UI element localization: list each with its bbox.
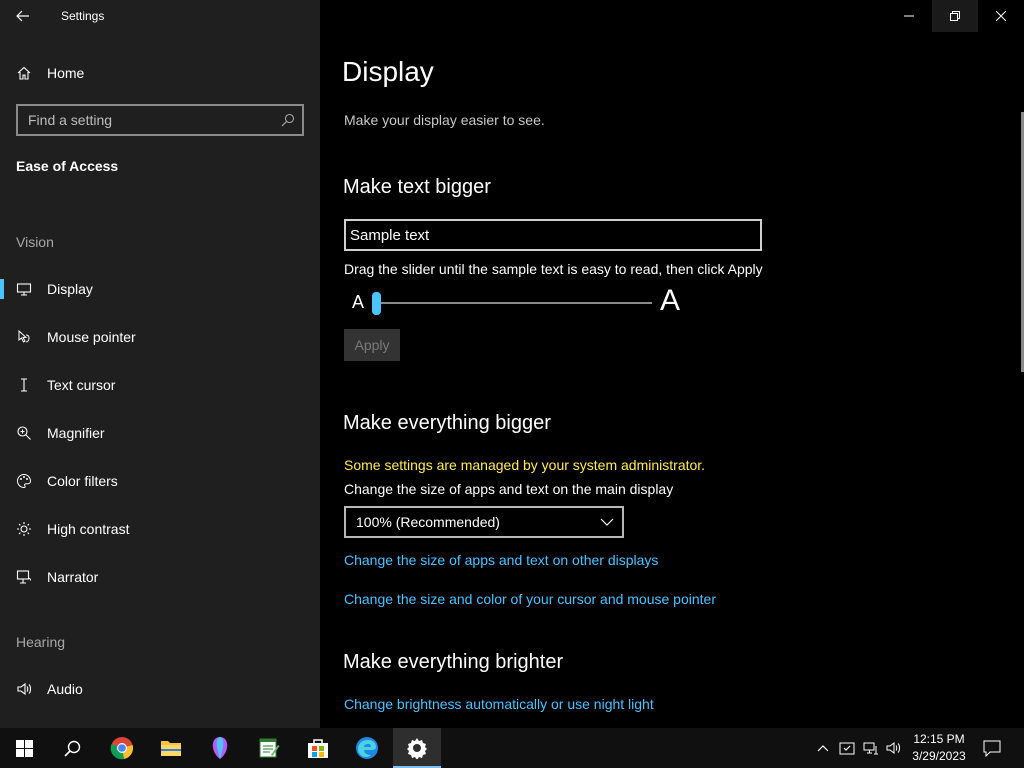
sidebar-item-text-cursor[interactable]: Text cursor (0, 365, 320, 405)
clock[interactable]: 12:15 PM 3/29/2023 (900, 731, 978, 765)
file-explorer-button[interactable] (147, 728, 195, 768)
other-displays-link[interactable]: Change the size of apps and text on othe… (344, 552, 658, 568)
slider-hint: Drag the slider until the sample text is… (344, 261, 763, 277)
edge-button[interactable] (343, 728, 391, 768)
window-controls (886, 0, 1024, 32)
notepad-button[interactable] (245, 728, 293, 768)
scale-dropdown[interactable]: 100% (Recommended) (344, 506, 624, 538)
search-icon (281, 113, 295, 127)
store-icon (308, 739, 328, 758)
sun-icon (0, 521, 47, 537)
paint3d-button[interactable] (196, 728, 244, 768)
minimize-button[interactable] (886, 0, 932, 32)
windows-start-icon (15, 739, 33, 757)
slider-track[interactable] (376, 302, 652, 304)
tray-network-button[interactable] (860, 728, 882, 768)
start-button[interactable] (0, 728, 48, 768)
edge-icon (356, 737, 378, 759)
slider-thumb[interactable] (372, 292, 381, 315)
sidebar-item-label: Audio (47, 681, 83, 697)
chevron-down-icon (600, 518, 614, 526)
search-input[interactable] (18, 112, 274, 128)
file-explorer-icon (161, 741, 181, 756)
narrator-icon (0, 569, 47, 585)
clock-time: 12:15 PM (913, 732, 965, 746)
network-icon (863, 742, 878, 755)
search-button[interactable] (274, 106, 302, 134)
sidebar-item-label: High contrast (47, 521, 130, 537)
search-box (16, 104, 304, 136)
speaker-icon (0, 681, 47, 697)
section-title-text-bigger: Make text bigger (343, 176, 491, 198)
sidebar-item-color-filters[interactable]: Color filters (0, 461, 320, 501)
category-heading: Ease of Access (16, 158, 119, 174)
settings-taskbar-button[interactable] (393, 728, 441, 768)
taskbar-search-button[interactable] (48, 728, 96, 768)
nav-home[interactable]: Home (0, 56, 320, 90)
settings-icon (407, 738, 427, 759)
sidebar-item-audio[interactable]: Audio (0, 669, 320, 709)
sample-text-box: Sample text (344, 219, 762, 251)
chrome-icon (110, 737, 133, 760)
notepad-icon (259, 738, 280, 758)
sidebar-item-label: Mouse pointer (47, 329, 136, 345)
sidebar-item-label: Display (47, 281, 93, 297)
group-label-vision: Vision (16, 234, 54, 250)
section-title-everything-bigger: Make everything bigger (343, 412, 551, 434)
admin-warning: Some settings are managed by your system… (344, 457, 706, 473)
dropdown-value: 100% (Recommended) (356, 514, 500, 530)
cursor-pointer-link[interactable]: Change the size and color of your cursor… (344, 591, 716, 607)
back-arrow-icon (16, 10, 29, 22)
search-icon (63, 740, 80, 757)
text-size-slider[interactable]: A A (344, 284, 684, 320)
night-light-link[interactable]: Change brightness automatically or use n… (344, 696, 654, 712)
minimize-icon (904, 15, 914, 17)
chrome-button[interactable] (98, 728, 146, 768)
large-a-label: A (660, 284, 681, 317)
notification-icon (983, 740, 1001, 757)
restore-button[interactable] (932, 0, 978, 32)
magnifier-icon (0, 425, 47, 441)
action-center-button[interactable] (980, 728, 1004, 768)
nav-home-label: Home (47, 65, 85, 81)
sidebar-item-label: Color filters (47, 473, 118, 489)
close-button[interactable] (978, 0, 1024, 32)
palette-icon (0, 473, 47, 489)
sidebar-item-display[interactable]: Display (0, 269, 320, 309)
tray-show-hidden-button[interactable] (812, 728, 834, 768)
clock-date: 3/29/2023 (912, 749, 966, 763)
restore-icon (950, 11, 960, 21)
security-shield-icon (839, 742, 855, 755)
settings-sidebar: Settings Home Ease of Access Vision Disp… (0, 0, 320, 728)
tray-security-button[interactable] (836, 728, 858, 768)
sidebar-item-narrator[interactable]: Narrator (0, 557, 320, 597)
store-button[interactable] (294, 728, 342, 768)
page-title: Display (342, 56, 434, 87)
monitor-icon (0, 281, 47, 297)
apply-button[interactable]: Apply (344, 329, 400, 361)
close-icon (996, 11, 1006, 21)
home-icon (0, 65, 47, 81)
paint3d-icon (212, 737, 228, 759)
main-content: Display Make your display easier to see.… (320, 0, 1024, 728)
small-a-label: A (352, 292, 365, 312)
scale-label: Change the size of apps and text on the … (344, 481, 674, 497)
sidebar-item-label: Magnifier (47, 425, 105, 441)
taskbar: 12:15 PM 3/29/2023 (0, 728, 1024, 768)
section-title-brighter: Make everything brighter (343, 651, 564, 673)
mouse-pointer-icon (0, 329, 47, 345)
page-subtitle: Make your display easier to see. (344, 112, 545, 128)
chevron-up-icon (817, 745, 829, 752)
back-button[interactable] (0, 0, 46, 32)
titlebar-left: Settings (0, 0, 320, 32)
sidebar-item-label: Text cursor (47, 377, 116, 393)
sidebar-item-label: Narrator (47, 569, 99, 585)
sidebar-item-high-contrast[interactable]: High contrast (0, 509, 320, 549)
sidebar-item-mouse-pointer[interactable]: Mouse pointer (0, 317, 320, 357)
app-title: Settings (61, 9, 105, 23)
group-label-hearing: Hearing (16, 634, 66, 650)
text-cursor-icon (0, 377, 47, 393)
sidebar-item-magnifier[interactable]: Magnifier (0, 413, 320, 453)
